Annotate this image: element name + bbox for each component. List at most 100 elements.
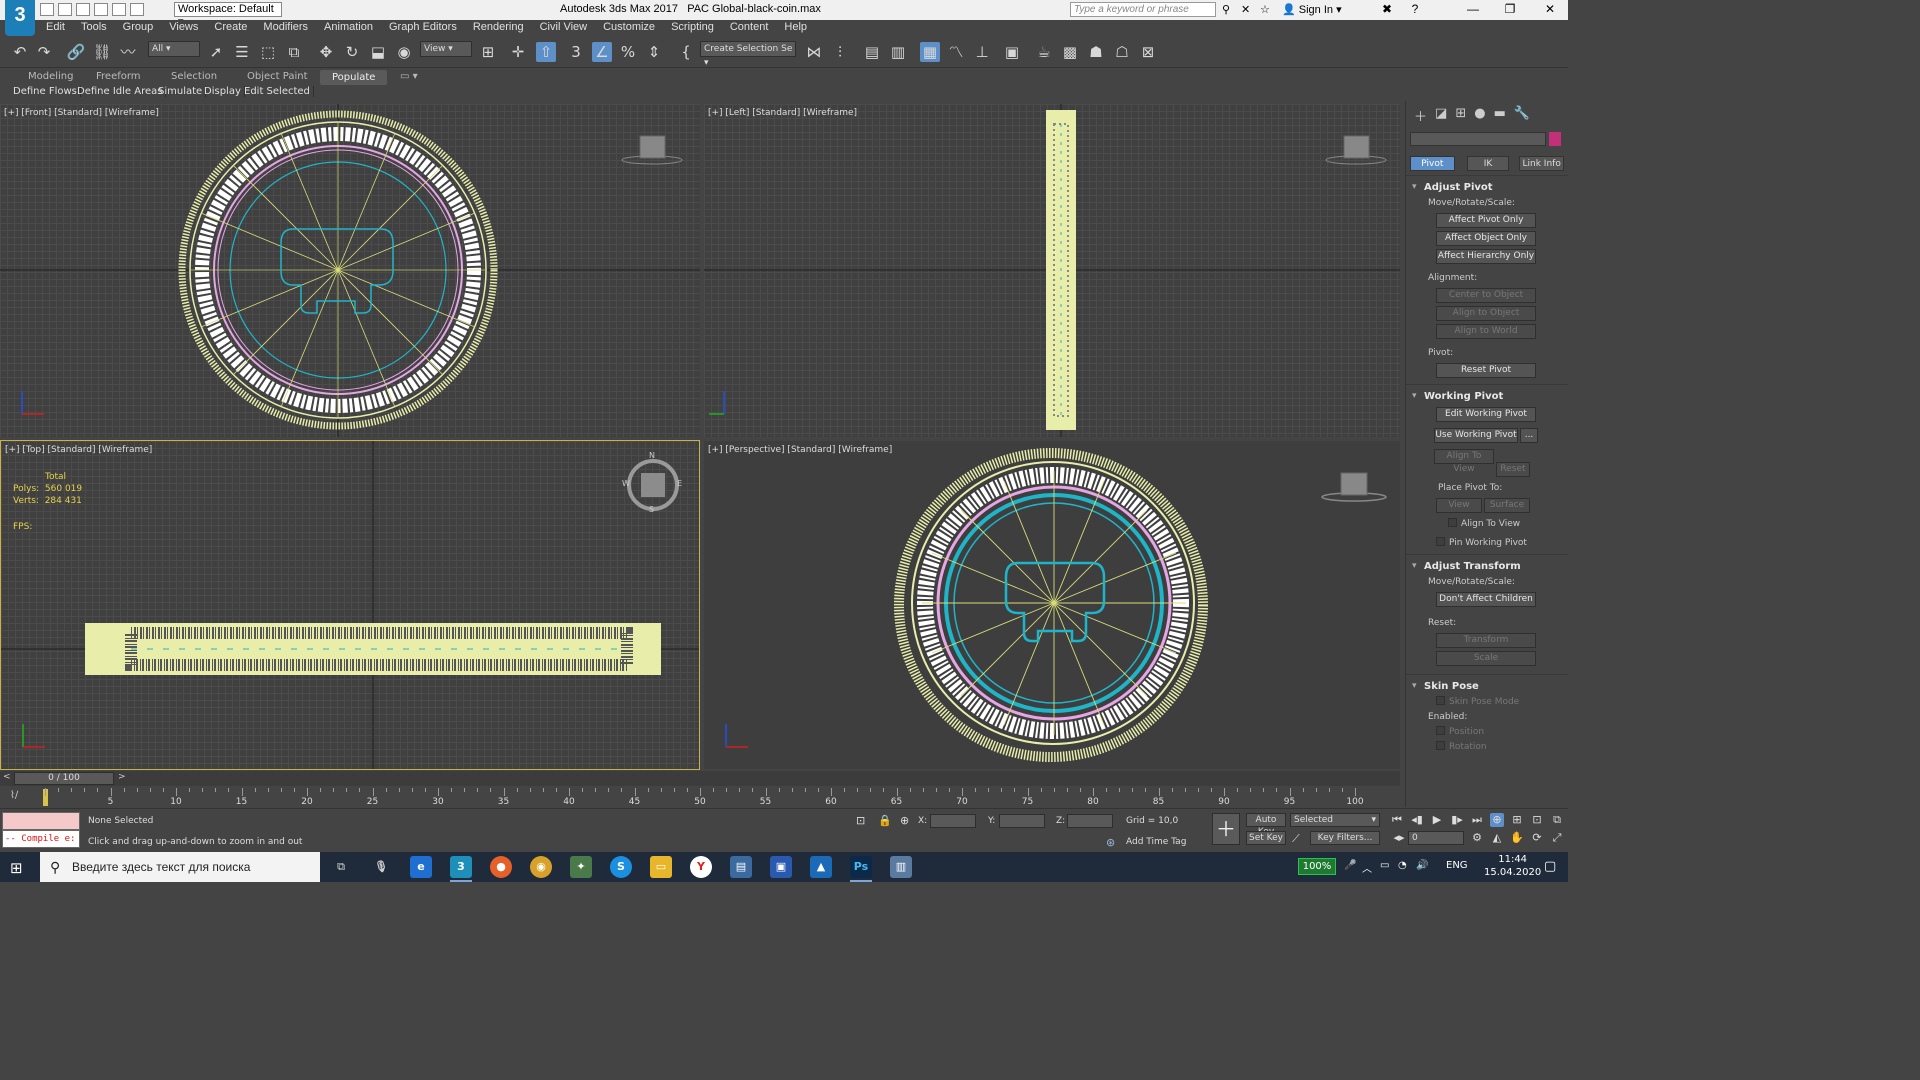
dont-affect-children-button[interactable]: Don't Affect Children [1436,592,1536,607]
display-button[interactable]: Display [201,86,245,97]
reset-scale-button[interactable]: Scale [1436,651,1536,666]
skin-pose-rollout[interactable]: Skin Pose [1406,674,1568,694]
bind-space-warp-icon[interactable]: 〰 [118,42,138,62]
key-filters-button[interactable]: Key Filters... [1310,831,1380,845]
scene-explorer-icon[interactable]: ▦ [920,42,940,62]
mini-curve-editor-icon[interactable]: ⌇∕ [10,790,18,801]
play-icon[interactable]: ▶ [1430,813,1444,827]
affect-pivot-only-button[interactable]: Affect Pivot Only [1436,213,1536,228]
restore-button[interactable]: ❐ [1495,2,1525,16]
menu-civil-view[interactable]: Civil View [532,20,595,36]
selection-lock-icon[interactable]: 🔒 [878,814,892,827]
edit-selected-button[interactable]: Edit Selected [241,86,314,97]
align-to-view-button[interactable]: Align To View [1434,449,1494,474]
battery-tray-icon[interactable]: ▭ [1380,860,1389,871]
angle-snap-icon[interactable]: ∠ [592,42,612,62]
reset-transform-button[interactable]: Transform [1436,633,1536,648]
volume-icon[interactable]: 🔊 [1416,860,1428,871]
unlink-icon[interactable]: ⛓ [92,42,112,62]
viewport-label[interactable]: [+] [Perspective] [Standard] [Wireframe] [708,445,892,455]
close-button[interactable]: ✕ [1535,2,1565,16]
time-slider[interactable]: < 0 / 100 > [0,771,1400,786]
pin-working-pivot-checkbox[interactable]: Pin Working Pivot [1406,531,1568,550]
photos-app-icon[interactable]: ▲ [810,856,832,878]
align-icon[interactable]: ⫶ [830,42,850,62]
star-icon[interactable]: ☆ [1260,3,1273,16]
notifications-icon[interactable]: ▢ [1544,859,1556,874]
menu-modifiers[interactable]: Modifiers [255,20,316,36]
edit-named-selection-icon[interactable]: { [676,42,696,62]
ribbon-tab-object-paint[interactable]: Object Paint [247,71,308,82]
add-time-tag-button[interactable]: Add Time Tag [1126,837,1186,847]
binoculars-icon[interactable]: ⚲ [1222,3,1235,16]
define-idle-areas-button[interactable]: Define Idle Areas [74,86,167,97]
keyboard-shortcut-override-icon[interactable]: ⇧ [536,42,556,62]
file-explorer-icon[interactable]: ▭ [650,856,672,878]
object-color-swatch[interactable] [1549,132,1561,146]
menu-graph-editors[interactable]: Graph Editors [381,20,465,36]
selection-filter-dropdown[interactable]: All ▾ [148,41,200,57]
select-by-name-icon[interactable]: ☰ [232,42,252,62]
workspace-dropdown[interactable]: Workspace: Default ▾ [174,2,282,28]
menu-rendering[interactable]: Rendering [465,20,532,36]
menu-create[interactable]: Create [206,20,255,36]
orbit-icon[interactable]: ⟳ [1530,831,1544,845]
viewcube-front[interactable] [621,135,683,165]
menu-edit[interactable]: Edit [38,20,73,36]
ribbon-tab-populate[interactable]: Populate [320,70,388,85]
reference-coordinate-dropdown[interactable]: View ▾ [420,41,472,57]
schematic-view-icon[interactable]: ⊥ [972,42,992,62]
adjust-pivot-rollout[interactable]: Adjust Pivot [1406,175,1568,195]
viewport-left[interactable]: [+] [Left] [Standard] [Wireframe] [704,104,1400,437]
viewport-front[interactable]: [+] [Front] [Standard] [Wireframe] [0,104,700,437]
prev-frame-icon[interactable]: < [3,772,11,782]
key-tangent-icon[interactable]: ⟋ [1292,832,1300,846]
maxscript-output[interactable]: -- Compile e: [2,830,80,848]
network-icon[interactable]: ◔ [1398,860,1407,871]
input-language[interactable]: ENG [1446,860,1468,871]
snaps-toggle-icon[interactable]: 3 [566,42,586,62]
sign-in-button[interactable]: 👤 Sign In ▾ [1282,3,1342,16]
minimize-button[interactable]: — [1458,2,1488,16]
field-of-view-icon[interactable]: ◭ [1490,831,1504,845]
x-coordinate-field[interactable] [930,814,976,828]
render-production-icon[interactable]: ☗ [1086,42,1106,62]
window-crossing-icon[interactable]: ⧉ [284,42,304,62]
exchange-icon[interactable]: ✖ [1372,2,1402,16]
menu-animation[interactable]: Animation [316,20,381,36]
tab-ik[interactable]: IK [1466,156,1510,171]
menu-content[interactable]: Content [722,20,777,36]
zoom-extents-icon[interactable]: ⊡ [1530,813,1544,827]
key-mode-toggle-icon[interactable]: ◂▸ [1392,831,1406,845]
task-view-icon[interactable]: ⧉ [330,856,352,878]
utilities-panel-icon[interactable]: 🔧 [1514,106,1530,125]
y-coordinate-field[interactable] [999,814,1045,828]
tray-expand-icon[interactable]: ︿ [1362,860,1372,875]
next-frame-icon[interactable]: ▮▸ [1450,813,1464,827]
skin-pose-mode-checkbox[interactable]: Skin Pose Mode [1406,694,1568,709]
track-bar[interactable]: ⌇∕ 5 10 15 20 25 30 35 40 45 50 55 60 65 70 75 80 85 90 95… [0,786,1405,808]
save-app-icon[interactable]: ▣ [770,856,792,878]
yandex-browser-icon[interactable]: Y [690,856,712,878]
time-configuration-icon[interactable]: ⚙ [1470,831,1484,845]
set-keys-icon[interactable]: ＋ [1212,813,1240,845]
adjust-transform-rollout[interactable]: Adjust Transform [1406,554,1568,574]
current-frame-field[interactable]: 0 [1408,831,1464,845]
place-pivot-view-button[interactable]: View [1436,498,1482,513]
viewport-top[interactable]: [+] [Top] [Standard] [Wireframe] Total P… [0,440,700,770]
working-pivot-reset-button[interactable]: Reset [1496,462,1530,477]
affect-object-only-button[interactable]: Affect Object Only [1436,231,1536,246]
pan-view-icon[interactable]: ✋ [1510,831,1524,845]
render-setup-icon[interactable]: ☕ [1034,42,1054,62]
align-to-view-checkbox[interactable]: Align To View [1406,516,1568,531]
3dsmax-taskbar-icon[interactable]: 3 [450,856,472,882]
set-key-button[interactable]: Set Key [1246,831,1286,845]
battery-indicator[interactable]: 100% [1298,858,1336,875]
maxscript-input[interactable] [2,812,80,830]
viewport-label[interactable]: [+] [Top] [Standard] [Wireframe] [5,445,152,455]
project-folder-icon[interactable] [130,3,144,16]
time-slider-knob[interactable]: 0 / 100 [14,772,114,785]
viewcube-left[interactable] [1325,135,1387,165]
maximize-viewport-icon[interactable]: ⤢ [1550,831,1564,845]
percent-snap-icon[interactable]: % [618,42,638,62]
